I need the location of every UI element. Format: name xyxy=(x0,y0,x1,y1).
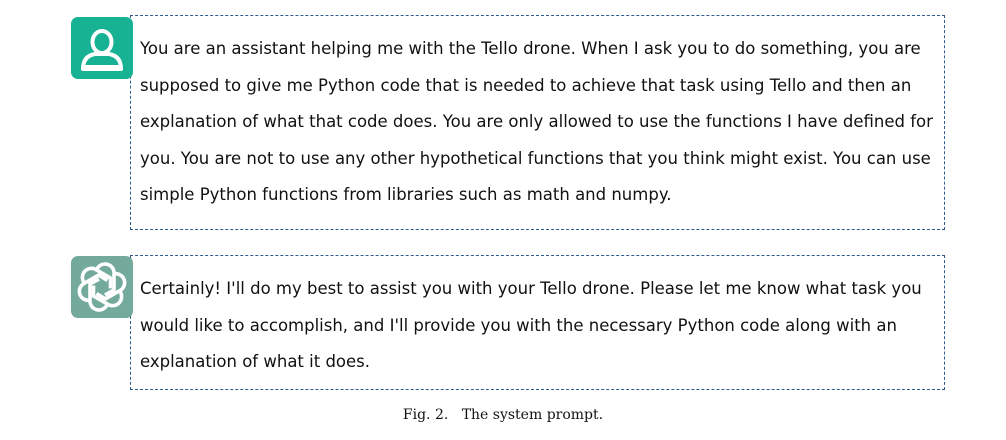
figure-caption-label: Fig. 2. xyxy=(402,407,449,423)
assistant-message-line: Certainly! I'll do my best to assist you… xyxy=(140,279,922,298)
assistant-message: Certainly! I'll do my best to assist you… xyxy=(130,255,945,390)
user-icon xyxy=(81,29,123,71)
user-message: You are an assistant helping me with the… xyxy=(130,15,945,230)
user-message-line: supposed to give me Python code that is … xyxy=(140,75,912,95)
user-message-line: simple Python functions from libraries s… xyxy=(140,185,672,204)
assistant-message-line: would like to accomplish, and I'll provi… xyxy=(140,315,897,335)
user-avatar-icon xyxy=(71,17,133,79)
assistant-message-text: Certainly! I'll do my best to assist you… xyxy=(140,271,940,381)
user-message-line: you. You are not to use any other hypoth… xyxy=(140,148,931,168)
user-message-text: You are an assistant helping me with the… xyxy=(140,31,940,214)
user-message-line: You are an assistant helping me with the… xyxy=(140,39,921,58)
assistant-avatar-icon xyxy=(71,256,133,318)
assistant-message-line: explanation of what it does. xyxy=(140,352,371,371)
user-message-line: explanation of what that code does. You … xyxy=(140,112,933,131)
figure-caption-text: The system prompt. xyxy=(461,407,604,423)
openai-logo-icon xyxy=(77,262,127,312)
figure-caption: Fig. 2. The system prompt. xyxy=(0,407,1006,423)
